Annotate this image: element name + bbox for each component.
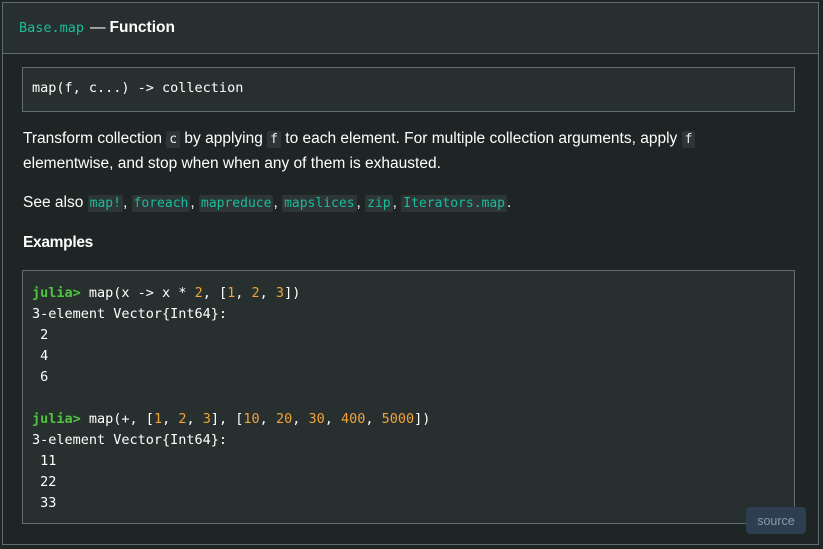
docstring-header: Base.map — Function [3,3,818,54]
code-number: 2 [251,285,260,301]
see-also-link-mapreduce[interactable]: mapreduce [199,195,274,212]
code-output-value: 33 [32,495,57,511]
source-button[interactable]: source [746,507,806,534]
see-also-link-mapslices[interactable]: mapslices [282,195,357,212]
see-also-label: See also [23,194,88,211]
julia-prompt: julia> [32,285,81,301]
code-number: 30 [308,411,325,427]
desc-text-3: to each element. For multiple collection… [280,130,682,147]
code-output-value: 11 [32,453,57,469]
see-also-end: . [507,194,512,211]
inline-code-c: c [166,131,181,148]
code-output-value: 6 [32,369,49,385]
code-number: 2 [194,285,203,301]
see-also-link-iterators-map[interactable]: Iterators.map [401,195,508,212]
see-also-link-zip[interactable]: zip [365,195,393,212]
see-also-link-map-bang[interactable]: map! [87,195,123,212]
binding-link[interactable]: Base.map [19,20,84,36]
code-number: 1 [153,411,163,427]
code-token: , [186,411,203,427]
code-token: , [ [202,285,228,301]
separator: , [122,194,132,211]
code-token: , [162,411,179,427]
julia-prompt: julia> [32,411,81,427]
code-token: , [365,411,382,427]
separator: , [273,194,283,211]
code-token: , [259,285,276,301]
header-dash: — [90,19,106,36]
desc-text-1: Transform collection [23,130,167,147]
code-token: , [259,411,276,427]
code-token: ], [ [210,411,244,427]
desc-text-4: elementwise, and stop when when any of t… [23,155,441,172]
see-also-link-foreach[interactable]: foreach [131,195,191,212]
code-token: ]) [414,411,431,427]
code-number: 400 [341,411,366,427]
code-number: 20 [275,411,293,427]
code-output-value: 2 [32,327,49,343]
inline-code-f: f [267,131,281,148]
code-token: , [292,411,309,427]
code-number: 3 [275,285,285,301]
description-paragraph: Transform collection c by applying f to … [23,127,793,176]
code-output-value: 4 [32,348,49,364]
code-number: 5000 [381,411,415,427]
separator: , [392,194,402,211]
code-line: julia> map(x -> x * 2, [1, 2, 3]) [32,283,794,304]
code-token: ]) [284,285,301,301]
code-line: julia> map(+, [1, 2, 3], [10, 20, 30, 40… [32,409,794,430]
code-number: 10 [243,411,260,427]
examples-heading: Examples [23,234,93,251]
see-also-paragraph: See also map!, foreach, mapreduce, mapsl… [23,191,793,216]
code-number: 3 [202,411,211,427]
code-output-value: 22 [32,474,57,490]
code-token: , [324,411,341,427]
docstring-category: Function [109,19,175,36]
code-output-header: 3-element Vector{Int64}: [32,432,228,448]
code-token: , [235,285,252,301]
desc-text-2: by applying [180,130,268,147]
example-code-block: julia> map(x -> x * 2, [1, 2, 3]) 3-elem… [22,270,795,524]
inline-code-f: f [681,131,696,148]
code-token: map(+, [ [80,411,154,427]
code-token: map(x -> x * [80,285,195,301]
separator: , [356,194,366,211]
separator: , [190,194,199,211]
signature-block: map(f, c...) -> collection [22,67,795,112]
code-output-header: 3-element Vector{Int64}: [32,306,228,322]
